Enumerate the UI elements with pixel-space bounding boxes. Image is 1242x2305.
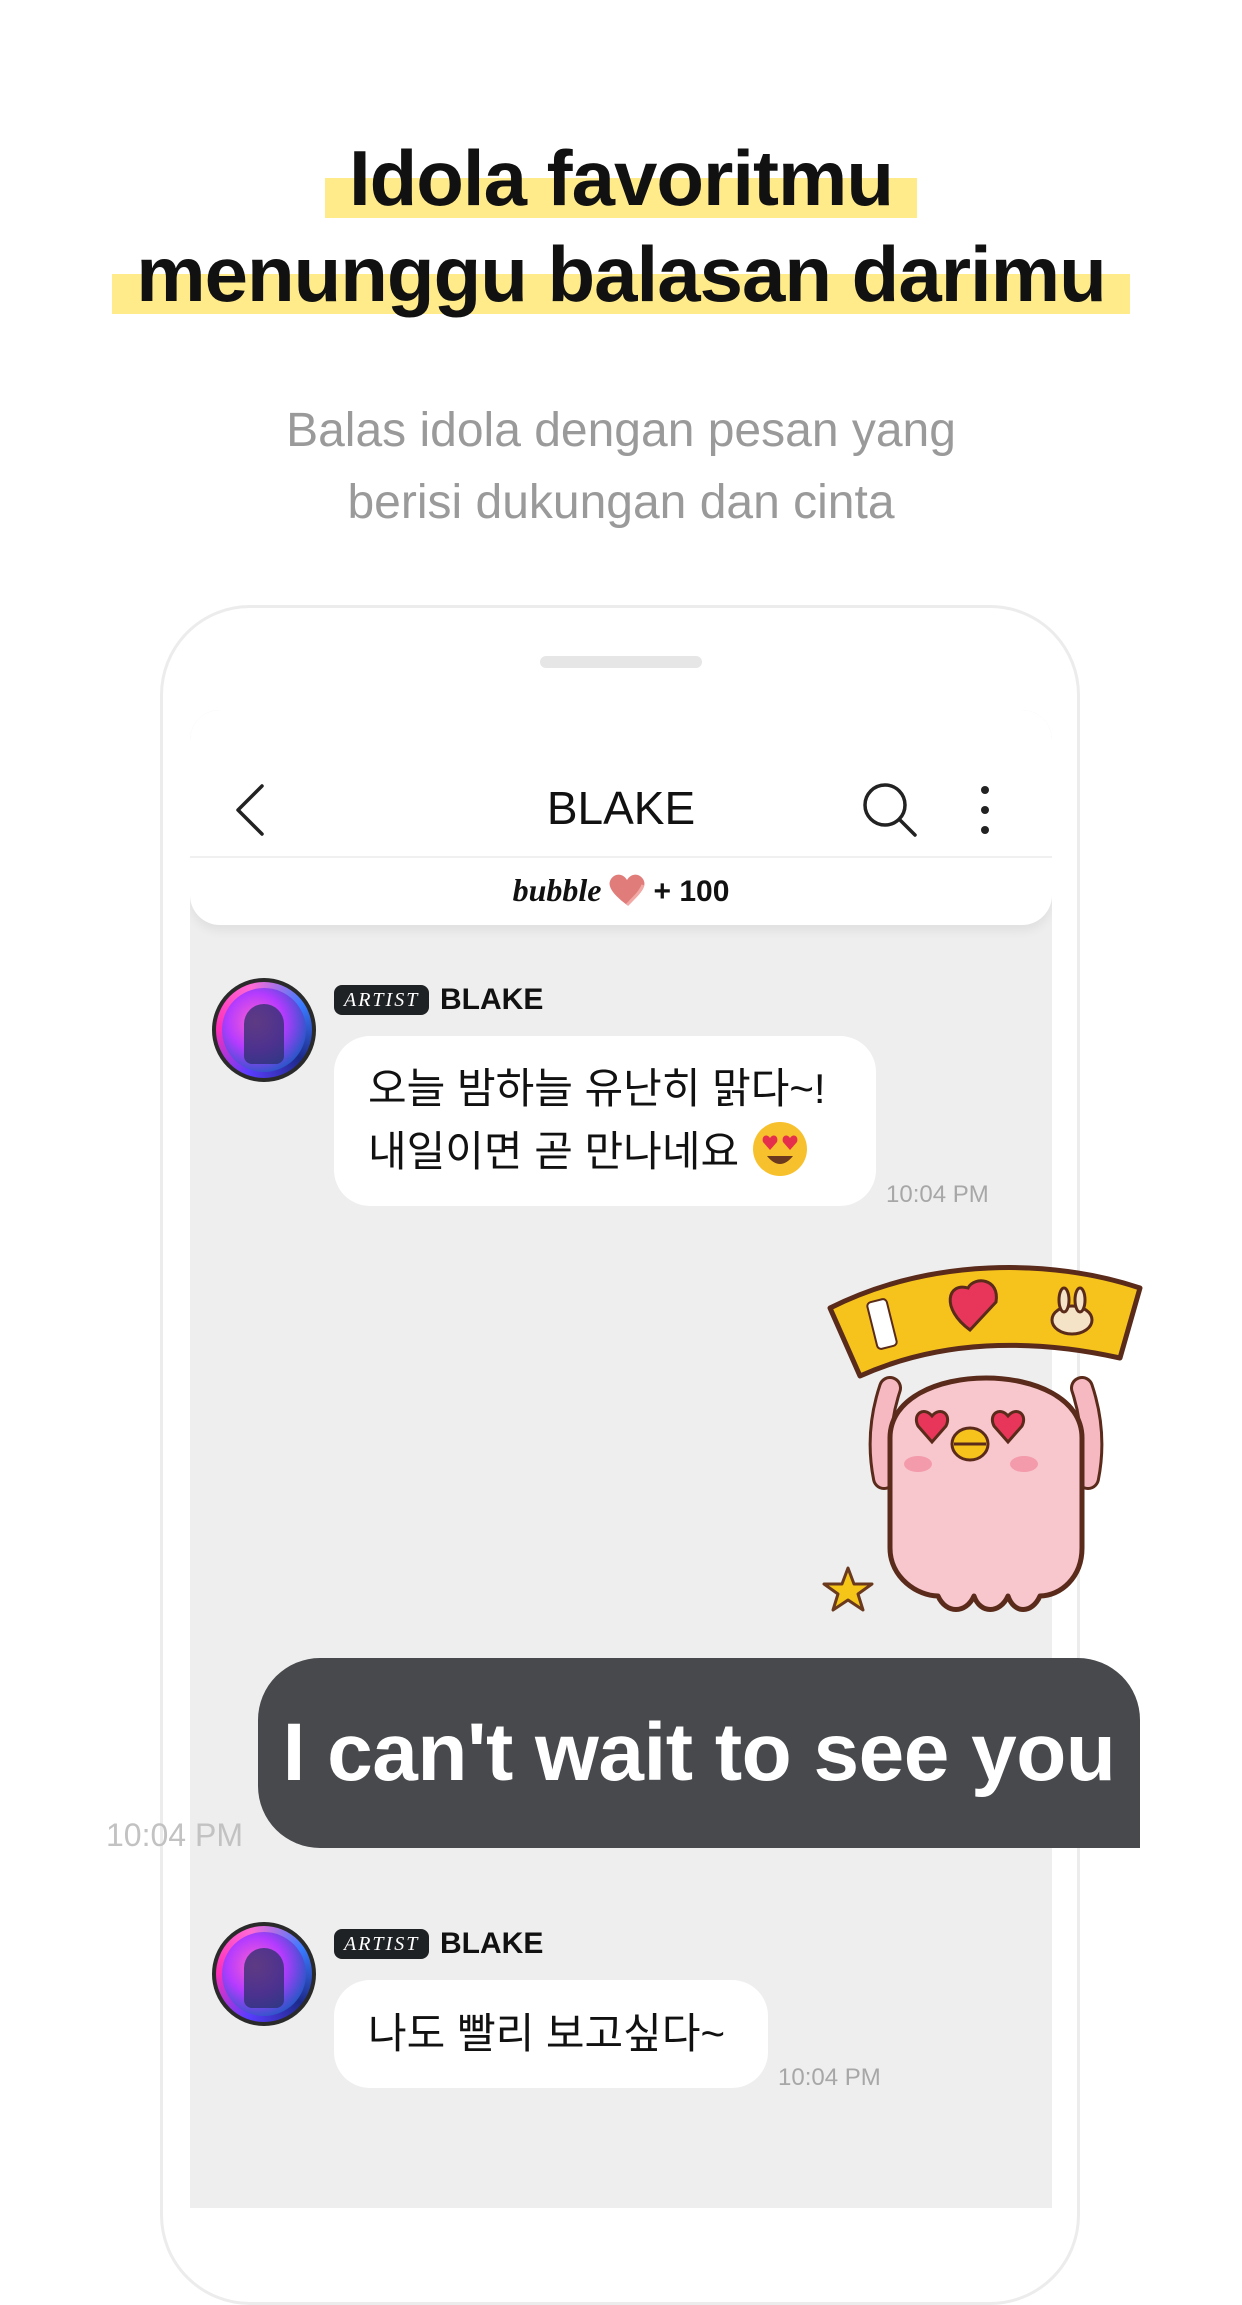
headline: Idola favoritmu menunggu balasan darimu — [0, 130, 1242, 322]
more-vertical-icon[interactable] — [975, 782, 995, 838]
avatar[interactable] — [212, 978, 316, 1082]
subtitle-line-1: Balas idola dengan pesan yang — [286, 404, 956, 457]
message-text-line-2: 내일이면 곧 만나네요 — [368, 1120, 842, 1183]
bubble-counter: bubble + 100 — [190, 868, 1052, 914]
message-time: 10:04 PM — [886, 1181, 989, 1208]
avatar[interactable] — [212, 1922, 316, 2026]
sent-message-time: 10:04 PM — [106, 1817, 243, 1853]
chat-title: BLAKE — [546, 782, 696, 834]
headline-line-1: Idola favoritmu — [324, 130, 918, 226]
search-icon[interactable] — [860, 780, 920, 840]
sender-name: BLAKE — [440, 983, 544, 1016]
chat-header: BLAKE bubble + 100 — [190, 710, 1052, 925]
i-love-sign-sticker — [822, 1265, 1143, 1612]
subtitle: Balas idola dengan pesan yang berisi duk… — [0, 395, 1242, 539]
message-text-line-1: 오늘 밤하늘 유난히 맑다~! — [368, 1065, 826, 1112]
artist-badge: ARTIST — [334, 1929, 430, 1959]
bubble-brand: bubble — [512, 872, 602, 908]
header-divider — [190, 856, 1052, 858]
bubble-count: + 100 — [653, 875, 730, 908]
sent-message-bubble: I can't wait to see you — [258, 1658, 1140, 1848]
message-bubble: 나도 빨리 보고싶다~ — [334, 1980, 768, 2088]
phone-speaker — [540, 656, 702, 668]
artist-badge: ARTIST — [334, 985, 430, 1015]
headline-line-2: menunggu balasan darimu — [112, 226, 1130, 322]
sender-name: BLAKE — [440, 1927, 544, 1960]
message-bubble: 오늘 밤하늘 유난히 맑다~! 내일이면 곧 만나네요 — [334, 1036, 876, 1206]
message-text: 나도 빨리 보고싶다~ — [368, 2010, 725, 2057]
heart-icon — [610, 874, 645, 907]
heart-eyes-emoji — [752, 1122, 807, 1176]
message-time: 10:04 PM — [778, 2064, 881, 2091]
subtitle-line-2: berisi dukungan dan cinta — [347, 476, 895, 529]
